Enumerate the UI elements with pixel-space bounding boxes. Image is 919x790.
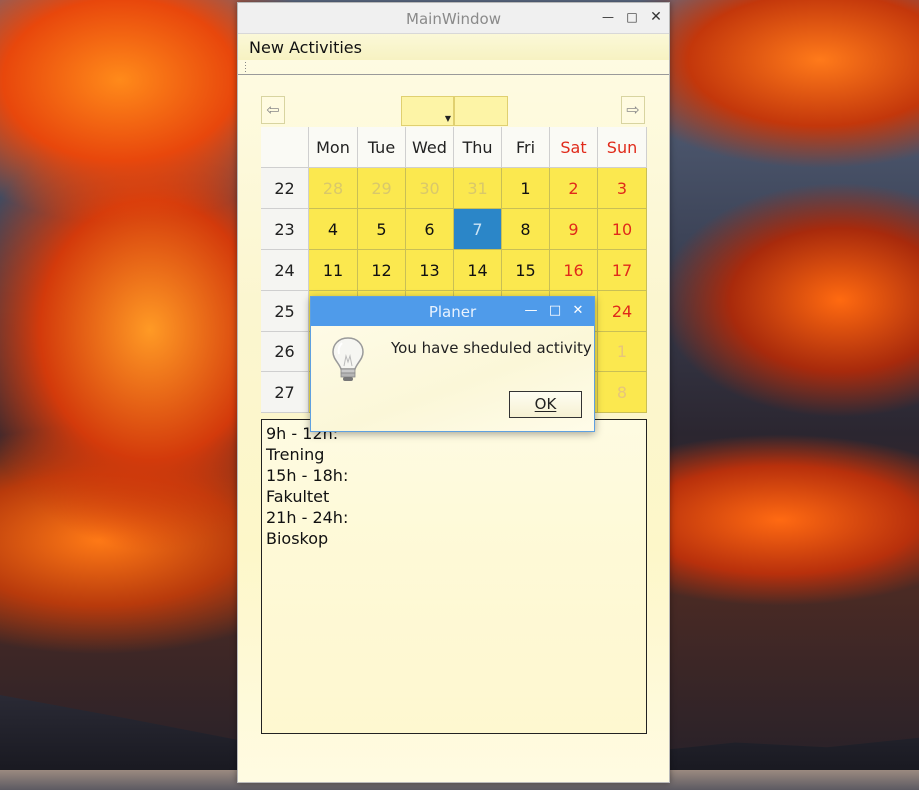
window-titlebar[interactable]: MainWindow — □ ✕: [238, 3, 669, 34]
calendar-day[interactable]: 8: [502, 209, 550, 250]
calendar-day[interactable]: 28: [309, 168, 358, 209]
calendar-day[interactable]: 30: [406, 168, 454, 209]
menubar: New Activities: [238, 34, 669, 60]
day-header-sun: Sun: [598, 127, 647, 168]
calendar-day[interactable]: 6: [406, 209, 454, 250]
calendar-day[interactable]: 17: [598, 250, 647, 291]
activity-line: Trening: [266, 445, 325, 464]
day-header-fri: Fri: [502, 127, 550, 168]
toolbar-handle-icon[interactable]: [244, 61, 247, 73]
dialog-message: You have sheduled activity: [391, 339, 592, 357]
calendar-day[interactable]: 9: [550, 209, 598, 250]
calendar-day[interactable]: 7: [454, 209, 502, 250]
dialog-minimize-icon[interactable]: —: [523, 302, 539, 320]
activity-line: Bioskop: [266, 529, 329, 548]
chevron-down-icon: ▼: [444, 114, 451, 123]
calendar-day[interactable]: 15: [502, 250, 550, 291]
planer-dialog: Planer — □ ✕ You have sheduled activity …: [310, 296, 595, 432]
calendar-day[interactable]: 4: [309, 209, 358, 250]
minimize-icon[interactable]: —: [600, 9, 616, 25]
day-header-wed: Wed: [406, 127, 454, 168]
week-number: 26: [261, 332, 309, 372]
month-select[interactable]: ▼: [401, 96, 454, 126]
arrow-right-icon: ⇨: [626, 100, 640, 119]
calendar-day[interactable]: 3: [598, 168, 647, 209]
calendar-day[interactable]: 2: [550, 168, 598, 209]
calendar-day[interactable]: 13: [406, 250, 454, 291]
activity-line: 21h - 24h:: [266, 508, 349, 527]
dialog-close-icon[interactable]: ✕: [570, 302, 586, 320]
ok-button[interactable]: OK: [509, 391, 582, 418]
week-number: 22: [261, 168, 309, 209]
day-header-thu: Thu: [454, 127, 502, 168]
dialog-titlebar[interactable]: Planer — □ ✕: [311, 297, 594, 326]
arrow-left-icon: ⇦: [266, 100, 280, 119]
close-icon[interactable]: ✕: [648, 9, 664, 25]
dialog-maximize-icon[interactable]: □: [547, 302, 563, 320]
week-number: 25: [261, 291, 309, 332]
calendar-day[interactable]: 11: [309, 250, 358, 291]
calendar-day[interactable]: 14: [454, 250, 502, 291]
activities-text[interactable]: 9h - 12h: Trening 15h - 18h: Fakultet 21h - …: [261, 419, 647, 734]
calendar-corner: [261, 127, 309, 168]
day-header-mon: Mon: [309, 127, 358, 168]
lightbulb-icon: [332, 337, 364, 381]
week-number: 24: [261, 250, 309, 291]
calendar-day[interactable]: 29: [358, 168, 406, 209]
activity-line: Fakultet: [266, 487, 330, 506]
calendar-day[interactable]: 24: [598, 291, 647, 332]
calendar-day[interactable]: 5: [358, 209, 406, 250]
year-spinbox[interactable]: [454, 96, 508, 126]
calendar-day[interactable]: 31: [454, 168, 502, 209]
calendar-day[interactable]: 8: [598, 372, 647, 413]
calendar-day[interactable]: 10: [598, 209, 647, 250]
prev-month-button[interactable]: ⇦: [261, 96, 285, 124]
activity-line: 15h - 18h:: [266, 466, 349, 485]
menu-new-activities[interactable]: New Activities: [249, 38, 362, 57]
week-number: 27: [261, 372, 309, 413]
day-header-tue: Tue: [358, 127, 406, 168]
calendar-day[interactable]: 12: [358, 250, 406, 291]
calendar-day[interactable]: 16: [550, 250, 598, 291]
calendar-day[interactable]: 1: [598, 332, 647, 372]
calendar-day[interactable]: 1: [502, 168, 550, 209]
next-month-button[interactable]: ⇨: [621, 96, 645, 124]
maximize-icon[interactable]: □: [624, 9, 640, 25]
week-number: 23: [261, 209, 309, 250]
toolbar: [238, 60, 669, 75]
day-header-sat: Sat: [550, 127, 598, 168]
